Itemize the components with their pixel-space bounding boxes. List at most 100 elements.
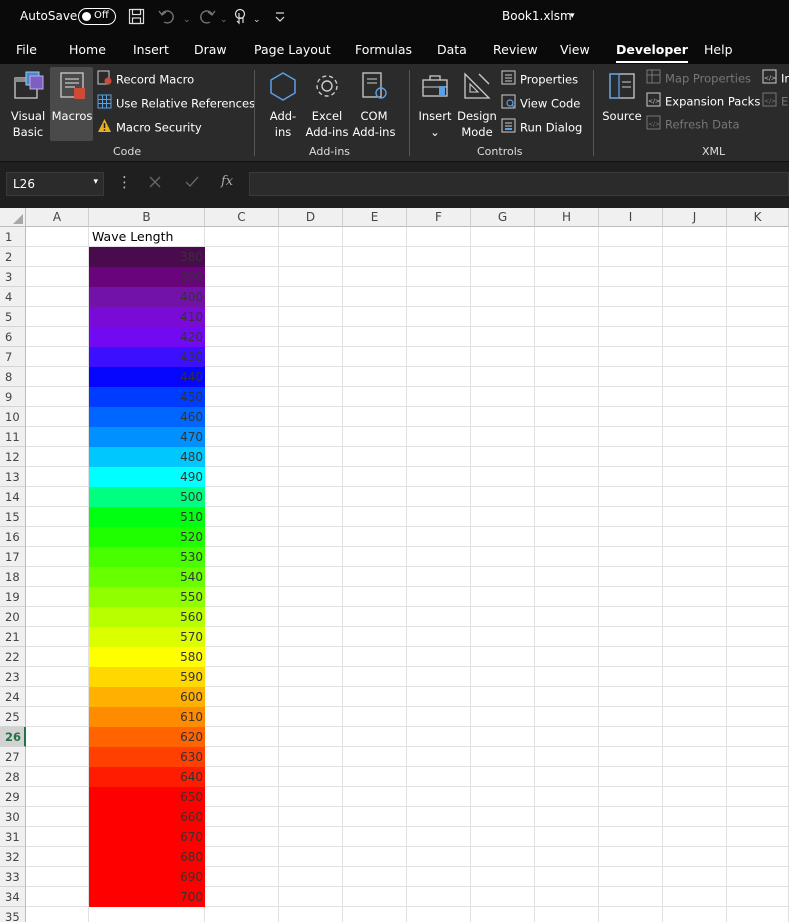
excel-add-ins-button[interactable]: Excel Add-ins [304, 70, 350, 140]
name-box[interactable]: L26 ▾ [6, 172, 104, 196]
cell-b3[interactable]: 390 [89, 267, 205, 287]
cancel-icon[interactable] [148, 175, 162, 193]
row-header-31[interactable]: 31 [0, 827, 26, 847]
cell-b32[interactable]: 680 [89, 847, 205, 867]
cell-b9[interactable]: 450 [89, 387, 205, 407]
cell-b31[interactable]: 670 [89, 827, 205, 847]
macros-button[interactable]: Macros [51, 70, 93, 124]
column-header-h[interactable]: H [535, 208, 599, 227]
tab-home[interactable]: Home [69, 42, 106, 57]
row-header-34[interactable]: 34 [0, 887, 26, 907]
row-header-5[interactable]: 5 [0, 307, 26, 327]
cell-b22[interactable]: 580 [89, 647, 205, 667]
row-header-23[interactable]: 23 [0, 667, 26, 687]
cell-b26[interactable]: 620 [89, 727, 205, 747]
row-header-19[interactable]: 19 [0, 587, 26, 607]
row-header-29[interactable]: 29 [0, 787, 26, 807]
cell-b34[interactable]: 700 [89, 887, 205, 907]
cell-b25[interactable]: 610 [89, 707, 205, 727]
column-header-g[interactable]: G [471, 208, 535, 227]
cell-b1-header[interactable]: Wave Length [89, 227, 205, 247]
row-header-33[interactable]: 33 [0, 867, 26, 887]
row-header-7[interactable]: 7 [0, 347, 26, 367]
row-header-22[interactable]: 22 [0, 647, 26, 667]
undo-icon[interactable] [158, 8, 178, 30]
name-box-dropdown-icon[interactable]: ▾ [93, 177, 98, 187]
cell-b13[interactable]: 490 [89, 467, 205, 487]
row-header-26[interactable]: 26 [0, 727, 26, 747]
row-header-15[interactable]: 15 [0, 507, 26, 527]
row-header-13[interactable]: 13 [0, 467, 26, 487]
row-header-12[interactable]: 12 [0, 447, 26, 467]
tab-view[interactable]: View [560, 42, 590, 57]
enter-check-icon[interactable] [185, 175, 199, 193]
row-header-4[interactable]: 4 [0, 287, 26, 307]
column-header-d[interactable]: D [279, 208, 343, 227]
properties-button[interactable]: Properties [501, 70, 578, 88]
add-ins-button[interactable]: Add- ins [264, 70, 302, 140]
column-header-b[interactable]: B [89, 208, 205, 227]
cell-b5[interactable]: 410 [89, 307, 205, 327]
tab-data[interactable]: Data [437, 42, 467, 57]
cell-b10[interactable]: 460 [89, 407, 205, 427]
cell-b8[interactable]: 440 [89, 367, 205, 387]
tab-draw[interactable]: Draw [194, 42, 227, 57]
column-header-k[interactable]: K [727, 208, 789, 227]
autosave-toggle[interactable]: Off [78, 8, 116, 25]
row-header-9[interactable]: 9 [0, 387, 26, 407]
row-header-28[interactable]: 28 [0, 767, 26, 787]
cell-b23[interactable]: 590 [89, 667, 205, 687]
redo-dropdown-icon[interactable]: ⌄ [220, 11, 228, 29]
row-header-8[interactable]: 8 [0, 367, 26, 387]
com-add-ins-button[interactable]: COM Add-ins [351, 70, 397, 140]
tab-insert[interactable]: Insert [133, 42, 169, 57]
filename-dropdown-icon[interactable]: ▾ [570, 11, 575, 21]
customize-toolbar-icon[interactable] [274, 8, 286, 30]
cell-b19[interactable]: 550 [89, 587, 205, 607]
cell-b2[interactable]: 380 [89, 247, 205, 267]
insert-function-icon[interactable]: fx [221, 174, 233, 189]
cell-b30[interactable]: 660 [89, 807, 205, 827]
record-macro-button[interactable]: Record Macro [97, 70, 194, 88]
cell-b21[interactable]: 570 [89, 627, 205, 647]
tab-help[interactable]: Help [704, 42, 733, 57]
tab-review[interactable]: Review [493, 42, 538, 57]
touch-mode-icon[interactable] [232, 8, 248, 31]
run-dialog-button[interactable]: Run Dialog [501, 118, 582, 136]
row-header-10[interactable]: 10 [0, 407, 26, 427]
column-header-e[interactable]: E [343, 208, 407, 227]
row-header-25[interactable]: 25 [0, 707, 26, 727]
column-header-f[interactable]: F [407, 208, 471, 227]
row-header-20[interactable]: 20 [0, 607, 26, 627]
row-header-35[interactable]: 35 [0, 907, 26, 922]
cell-b18[interactable]: 540 [89, 567, 205, 587]
cell-b15[interactable]: 510 [89, 507, 205, 527]
touch-dropdown-icon[interactable]: ⌄ [253, 11, 261, 29]
cell-b12[interactable]: 480 [89, 447, 205, 467]
worksheet-grid[interactable]: ABCDEFGHIJK 1 2 3 4 5 6 7 8 9 10 11 12 13 14 15 16 17 18 1… [0, 208, 789, 922]
xml-source-button[interactable]: Source [601, 70, 643, 124]
row-header-18[interactable]: 18 [0, 567, 26, 587]
cell-b27[interactable]: 630 [89, 747, 205, 767]
column-header-i[interactable]: I [599, 208, 663, 227]
row-header-32[interactable]: 32 [0, 847, 26, 867]
tab-page-layout[interactable]: Page Layout [254, 42, 331, 57]
refresh-data-button[interactable]: </> Refresh Data [646, 115, 740, 133]
cell-b24[interactable]: 600 [89, 687, 205, 707]
row-header-30[interactable]: 30 [0, 807, 26, 827]
undo-dropdown-icon[interactable]: ⌄ [183, 11, 191, 29]
save-icon[interactable] [128, 8, 145, 30]
cell-b20[interactable]: 560 [89, 607, 205, 627]
column-header-a[interactable]: A [26, 208, 89, 227]
cell-b17[interactable]: 530 [89, 547, 205, 567]
row-header-6[interactable]: 6 [0, 327, 26, 347]
visual-basic-button[interactable]: Visual Basic [8, 70, 48, 140]
redo-icon[interactable] [196, 8, 216, 30]
cell-b11[interactable]: 470 [89, 427, 205, 447]
row-header-2[interactable]: 2 [0, 247, 26, 267]
cell-b16[interactable]: 520 [89, 527, 205, 547]
tab-file[interactable]: File [16, 42, 37, 57]
expansion-packs-button[interactable]: </> Expansion Packs [646, 92, 760, 110]
use-relative-references-button[interactable]: Use Relative References [97, 94, 255, 112]
row-header-16[interactable]: 16 [0, 527, 26, 547]
